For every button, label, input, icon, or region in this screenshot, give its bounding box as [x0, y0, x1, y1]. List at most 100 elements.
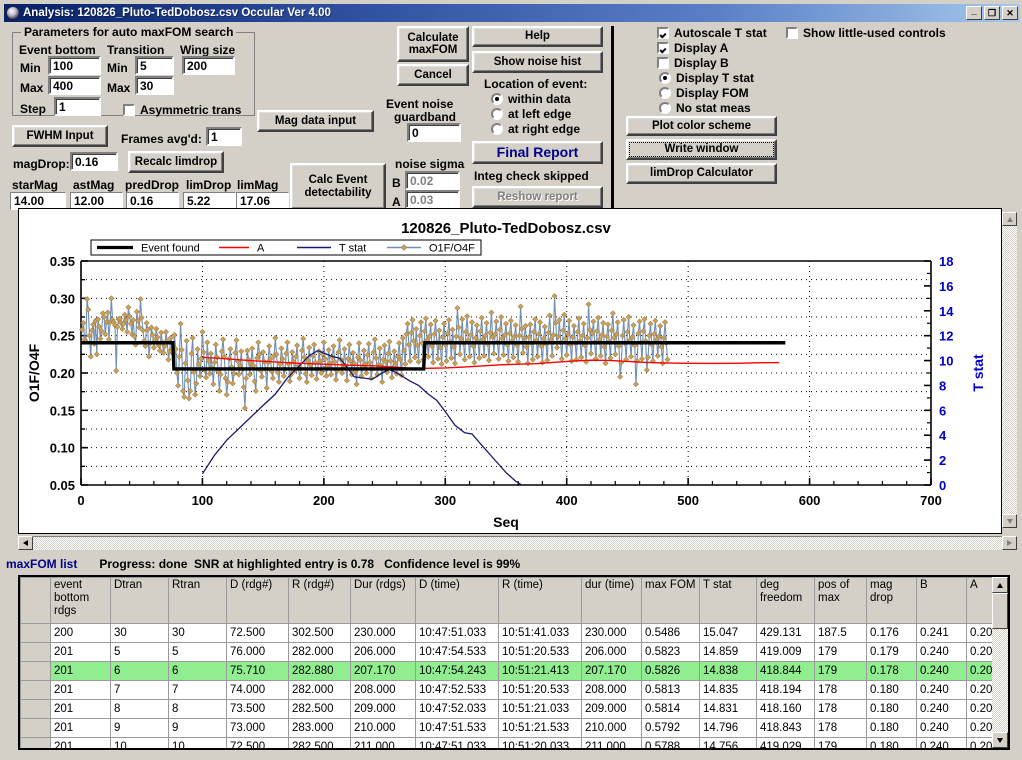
table-cell[interactable]: 10:47:52.533 [415, 680, 499, 700]
column-header[interactable]: deg freedom [756, 577, 815, 624]
table-row[interactable]: 201 10 10 72.500 282.500 211.000 10:47:51.033 1… [20, 737, 1008, 748]
table-vscroll-down-arrow[interactable] [992, 732, 1008, 748]
table-cell[interactable]: 10:51:21.533 [498, 718, 582, 738]
calculate-maxfom-button[interactable]: Calculate maxFOM [397, 26, 469, 62]
radio-at-left-edge[interactable]: at left edge [491, 107, 571, 121]
radio-display-fom[interactable]: Display FOM [659, 86, 749, 100]
row-selector[interactable] [20, 661, 51, 681]
table-cell[interactable]: 178 [814, 680, 867, 700]
row-selector[interactable] [20, 699, 51, 719]
table-cell[interactable]: 418.843 [756, 718, 815, 738]
noise-sigma-b-input[interactable]: 0.02 [405, 171, 460, 190]
row-selector[interactable] [20, 718, 51, 738]
table-cell[interactable]: 201 [50, 737, 111, 748]
chart-hscroll-track[interactable] [33, 536, 1002, 550]
table-cell[interactable]: 302.500 [288, 623, 351, 643]
table-cell[interactable]: 0.5826 [641, 661, 700, 681]
maximize-button[interactable]: ❐ [984, 6, 1000, 20]
table-cell[interactable]: 14.835 [699, 680, 757, 700]
column-header[interactable]: mag drop [866, 577, 917, 624]
table-cell[interactable]: 72.500 [226, 623, 289, 643]
table-cell[interactable]: 178 [814, 718, 867, 738]
table-cell[interactable]: 74.000 [226, 680, 289, 700]
table-row[interactable]: 201 5 5 76.000 282.000 206.000 10:47:54.533 10:… [20, 642, 1008, 662]
table-cell[interactable]: 0.240 [916, 680, 967, 700]
table-cell[interactable]: 73.000 [226, 718, 289, 738]
help-button[interactable]: Help [472, 26, 603, 47]
recalc-limdrop-button[interactable]: Recalc limdrop [128, 151, 224, 173]
table-cell[interactable]: 10:51:41.033 [498, 623, 582, 643]
table-cell[interactable]: 10:51:20.533 [498, 642, 582, 662]
close-button[interactable]: ✕ [1002, 6, 1018, 20]
autoscale-tstat-checkbox[interactable]: Autoscale T stat [657, 26, 767, 40]
table-cell[interactable]: 30 [110, 623, 169, 643]
table-cell[interactable]: 15.047 [699, 623, 757, 643]
column-header[interactable]: Rtran [168, 577, 227, 624]
fwhm-input-button[interactable]: FWHM Input [12, 125, 108, 147]
transition-min-input[interactable]: 5 [135, 56, 174, 75]
table-cell[interactable]: 0.5792 [641, 718, 700, 738]
show-little-used-controls-checkbox[interactable]: Show little-used controls [786, 26, 946, 40]
radio-within-data[interactable]: within data [491, 92, 571, 106]
row-selector[interactable] [20, 680, 51, 700]
table-cell[interactable]: 201 [50, 699, 111, 719]
chart-vscroll-track[interactable] [1002, 226, 1017, 514]
column-header[interactable]: max FOM [641, 577, 700, 624]
chart-hscroll-left-arrow[interactable] [18, 536, 33, 550]
display-b-checkbox[interactable]: Display B [657, 56, 729, 70]
column-header[interactable]: B [916, 577, 967, 624]
write-window-button[interactable]: Write window [626, 139, 777, 160]
chart-vscroll-down-arrow[interactable] [1002, 514, 1017, 528]
table-cell[interactable]: 0.5813 [641, 680, 700, 700]
wing-size-input[interactable]: 200 [182, 56, 235, 75]
table-cell[interactable]: 7 [110, 680, 169, 700]
table-cell[interactable]: 7 [168, 680, 227, 700]
table-cell[interactable]: 282.500 [288, 699, 351, 719]
table-cell[interactable]: 0.241 [916, 623, 967, 643]
event-noise-guardband-input[interactable]: 0 [407, 123, 461, 142]
table-cell[interactable]: 208.000 [350, 680, 416, 700]
limdrop-calculator-button[interactable]: limDrop Calculator [626, 163, 777, 184]
row-selector[interactable] [20, 737, 51, 748]
table-cell[interactable]: 14.796 [699, 718, 757, 738]
radio-no-stat-meas[interactable]: No stat meas [659, 101, 751, 115]
table-cell[interactable]: 0.179 [866, 642, 917, 662]
table-cell[interactable]: 9 [110, 718, 169, 738]
table-cell[interactable]: 8 [168, 699, 227, 719]
table-cell[interactable]: 201 [50, 661, 111, 681]
minimize-button[interactable]: _ [966, 5, 982, 20]
table-cell[interactable]: 210.000 [350, 718, 416, 738]
table-row[interactable]: 201 8 8 73.500 282.500 209.000 10:47:52.033 10:… [20, 699, 1008, 719]
table-cell[interactable]: 14.859 [699, 642, 757, 662]
table-vscroll-thumb[interactable] [992, 593, 1008, 629]
mag-data-input-button[interactable]: Mag data input [257, 110, 374, 132]
plot-color-scheme-button[interactable]: Plot color scheme [626, 116, 777, 136]
table-cell[interactable]: 0.240 [916, 737, 967, 748]
chart-vscroll-up-arrow[interactable] [1002, 212, 1017, 226]
reshow-report-button[interactable]: Reshow report [472, 186, 603, 208]
table-vscroll-up-arrow[interactable] [992, 577, 1008, 593]
table-cell[interactable]: 206.000 [581, 642, 642, 662]
table-cell[interactable]: 209.000 [581, 699, 642, 719]
transition-max-input[interactable]: 30 [135, 76, 174, 95]
table-cell[interactable]: 230.000 [581, 623, 642, 643]
table-cell[interactable]: 10:47:51.033 [415, 623, 499, 643]
table-cell[interactable]: 14.831 [699, 699, 757, 719]
table-cell[interactable]: 6 [110, 661, 169, 681]
table-cell[interactable]: 14.756 [699, 737, 757, 748]
final-report-button[interactable]: Final Report [472, 141, 603, 164]
table-cell[interactable]: 73.500 [226, 699, 289, 719]
table-row[interactable]: 201 7 7 74.000 282.000 208.000 10:47:52.533 10:… [20, 680, 1008, 700]
table-cell[interactable]: 0.240 [916, 718, 967, 738]
table-cell[interactable]: 187.5 [814, 623, 867, 643]
table-cell[interactable]: 230.000 [350, 623, 416, 643]
step-input[interactable]: 1 [54, 97, 101, 116]
table-row[interactable]: 201 6 6 75.710 282.880 207.170 10:47:54.243 10:… [20, 661, 1008, 681]
table-cell[interactable]: 418.194 [756, 680, 815, 700]
table-cell[interactable]: 207.170 [350, 661, 416, 681]
table-cell[interactable]: 10:47:51.533 [415, 718, 499, 738]
table-cell[interactable]: 282.000 [288, 642, 351, 662]
table-cell[interactable]: 10 [168, 737, 227, 748]
table-cell[interactable]: 419.029 [756, 737, 815, 748]
table-cell[interactable]: 0.180 [866, 737, 917, 748]
